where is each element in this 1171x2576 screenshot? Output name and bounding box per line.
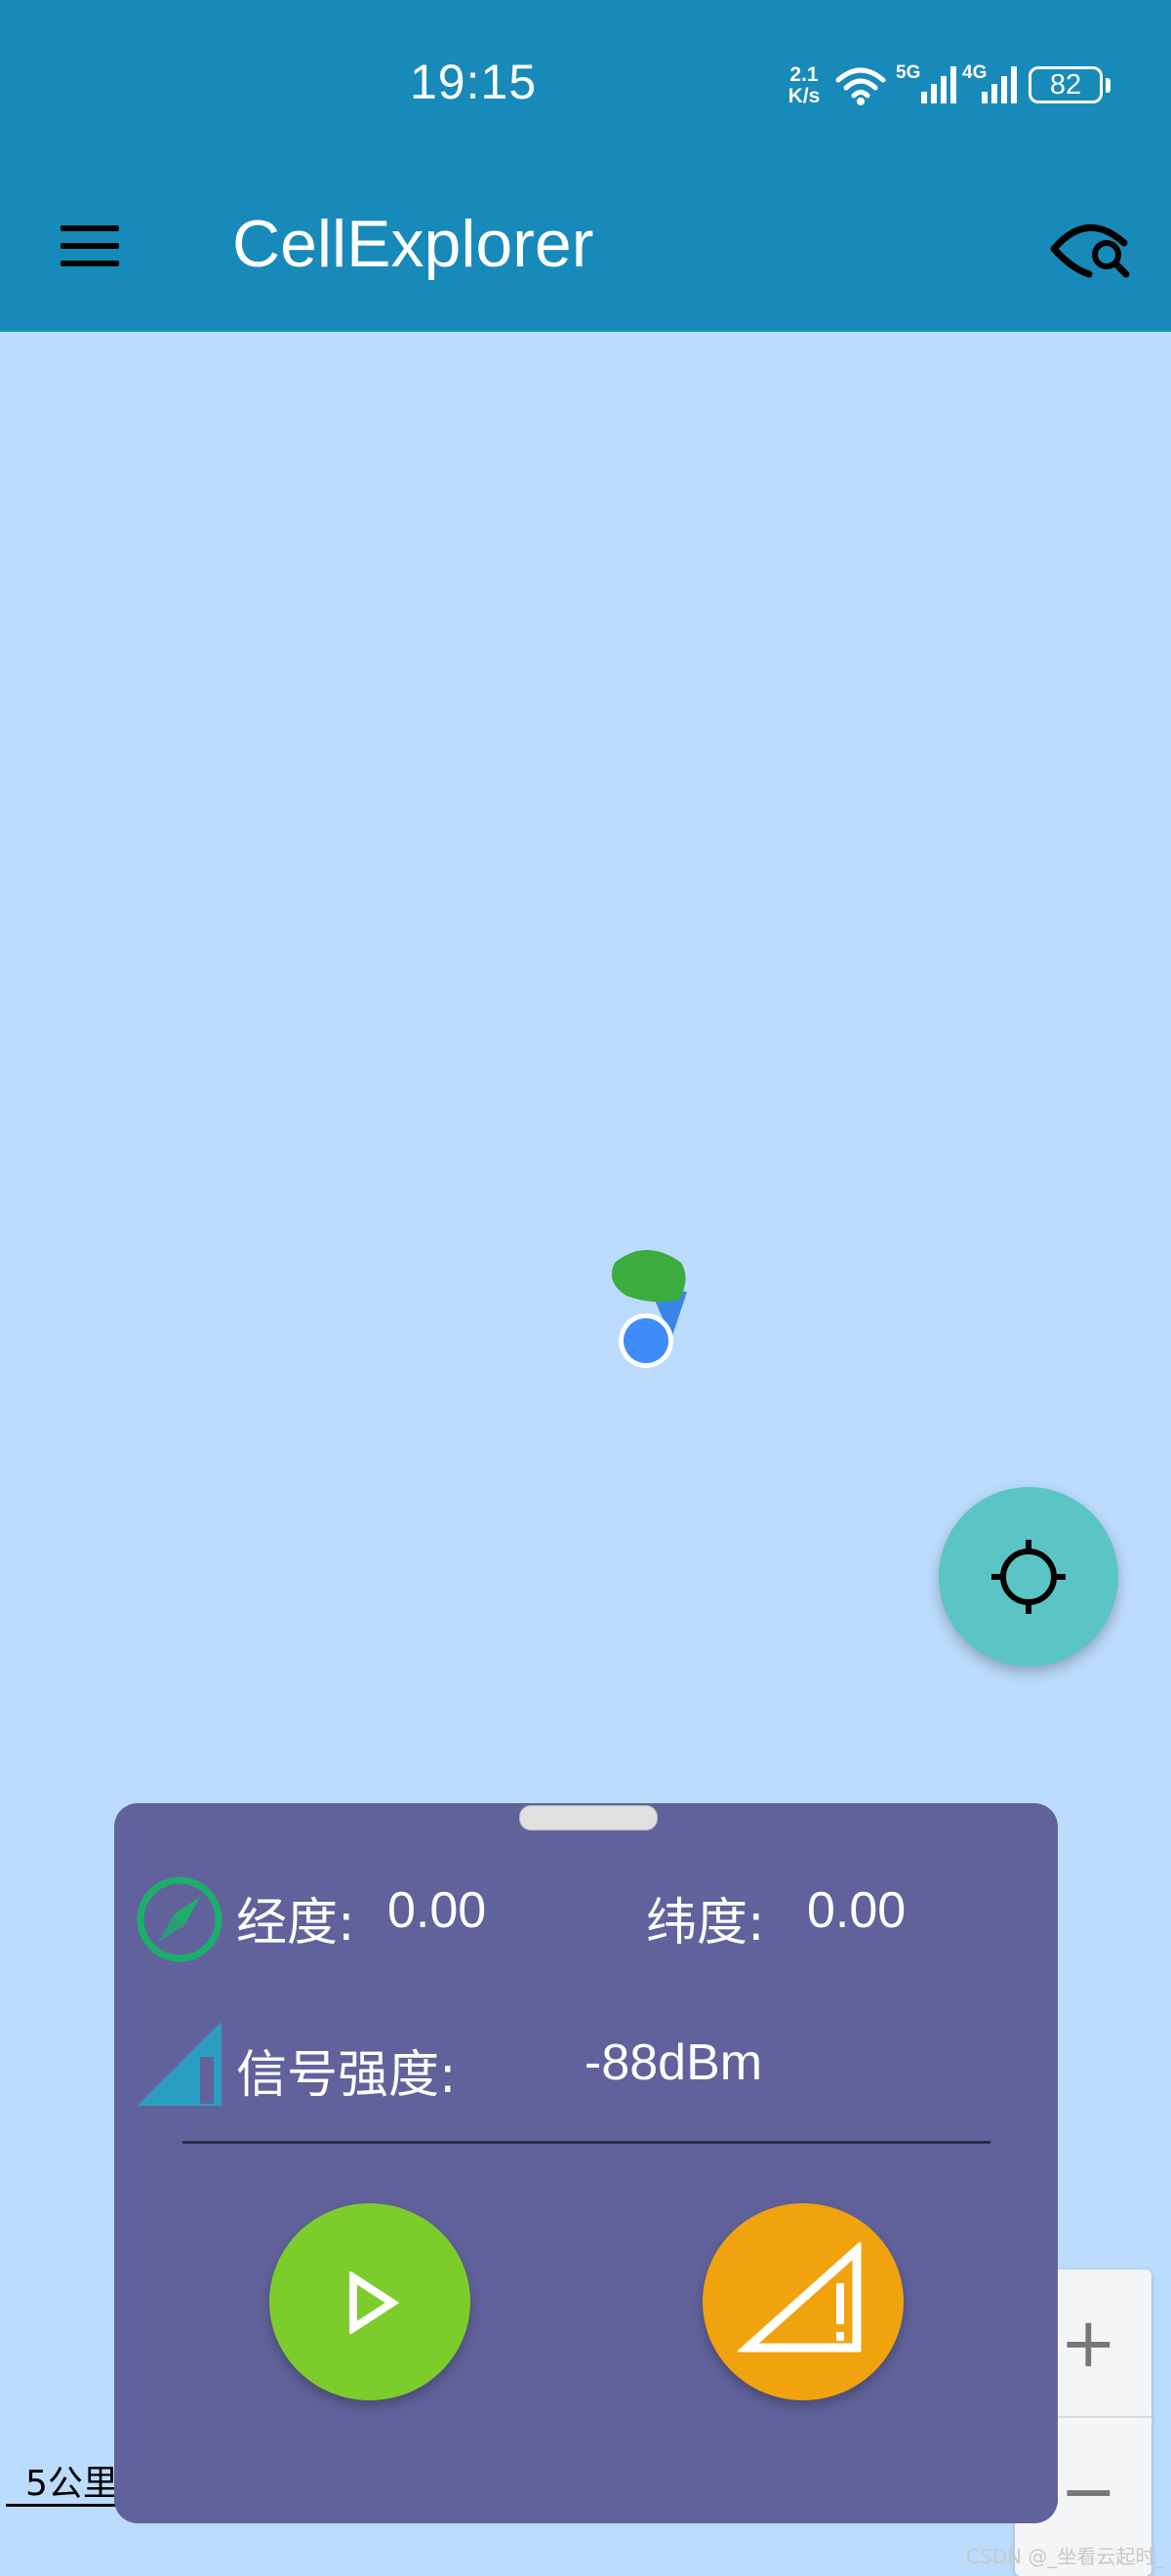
signal-strength-value: -88dBm: [585, 2034, 763, 2091]
signal-strength-label: 信号强度:: [236, 2046, 457, 2105]
hamburger-menu-icon: [61, 225, 119, 231]
eye-search-button[interactable]: [1046, 210, 1134, 288]
battery-tip: [1106, 78, 1110, 93]
hamburger-menu-icon-bar: [61, 243, 119, 249]
network-speed: 2.1 K/s: [783, 64, 826, 107]
latitude-label: 纬度:: [646, 1894, 765, 1952]
plus-icon: +: [1060, 2303, 1117, 2383]
eye-search-icon: [1050, 224, 1130, 278]
start-button[interactable]: [269, 2203, 470, 2400]
network-speed-value: 2.1: [789, 63, 819, 86]
battery-icon: 82: [1029, 66, 1103, 103]
app-title: CellExplorer: [232, 207, 594, 281]
panel-divider: [182, 2141, 990, 2144]
info-panel: 经度: 0.00 纬度: 0.00 信号强度: -88dBm: [114, 1803, 1058, 2523]
status-bar: 19:15 2.1 K/s 5G 4G 82: [0, 0, 1171, 171]
app-bar: CellExplorer: [0, 171, 1171, 332]
latitude-value: 0.00: [807, 1882, 907, 1939]
panel-drag-handle[interactable]: [519, 1805, 658, 1831]
location-marker-icon: [611, 1250, 687, 1368]
network-speed-unit: K/s: [787, 85, 821, 107]
play-icon: [349, 2272, 400, 2334]
signal-warning-icon: [738, 2242, 862, 2353]
longitude-label: 经度:: [236, 1894, 355, 1952]
signal-warning-button[interactable]: [703, 2203, 904, 2400]
status-time: 19:15: [410, 55, 538, 109]
wifi-icon: [835, 67, 886, 105]
signal-strength-icon: [138, 2022, 222, 2106]
map-scale-label: 5公里: [25, 2464, 118, 2504]
signal-4g-icon: [982, 66, 1017, 103]
minus-icon: −: [1060, 2451, 1117, 2531]
signal-5g-icon: [921, 66, 956, 103]
compass-icon: [137, 1876, 222, 1962]
crosshair-icon: [991, 1540, 1066, 1614]
menu-button[interactable]: [51, 212, 129, 290]
watermark: CSDN @_坐看云起时_: [966, 2545, 1165, 2568]
locate-me-button[interactable]: [939, 1487, 1118, 1667]
longitude-value: 0.00: [387, 1882, 487, 1939]
hamburger-menu-icon-bar: [61, 261, 119, 266]
